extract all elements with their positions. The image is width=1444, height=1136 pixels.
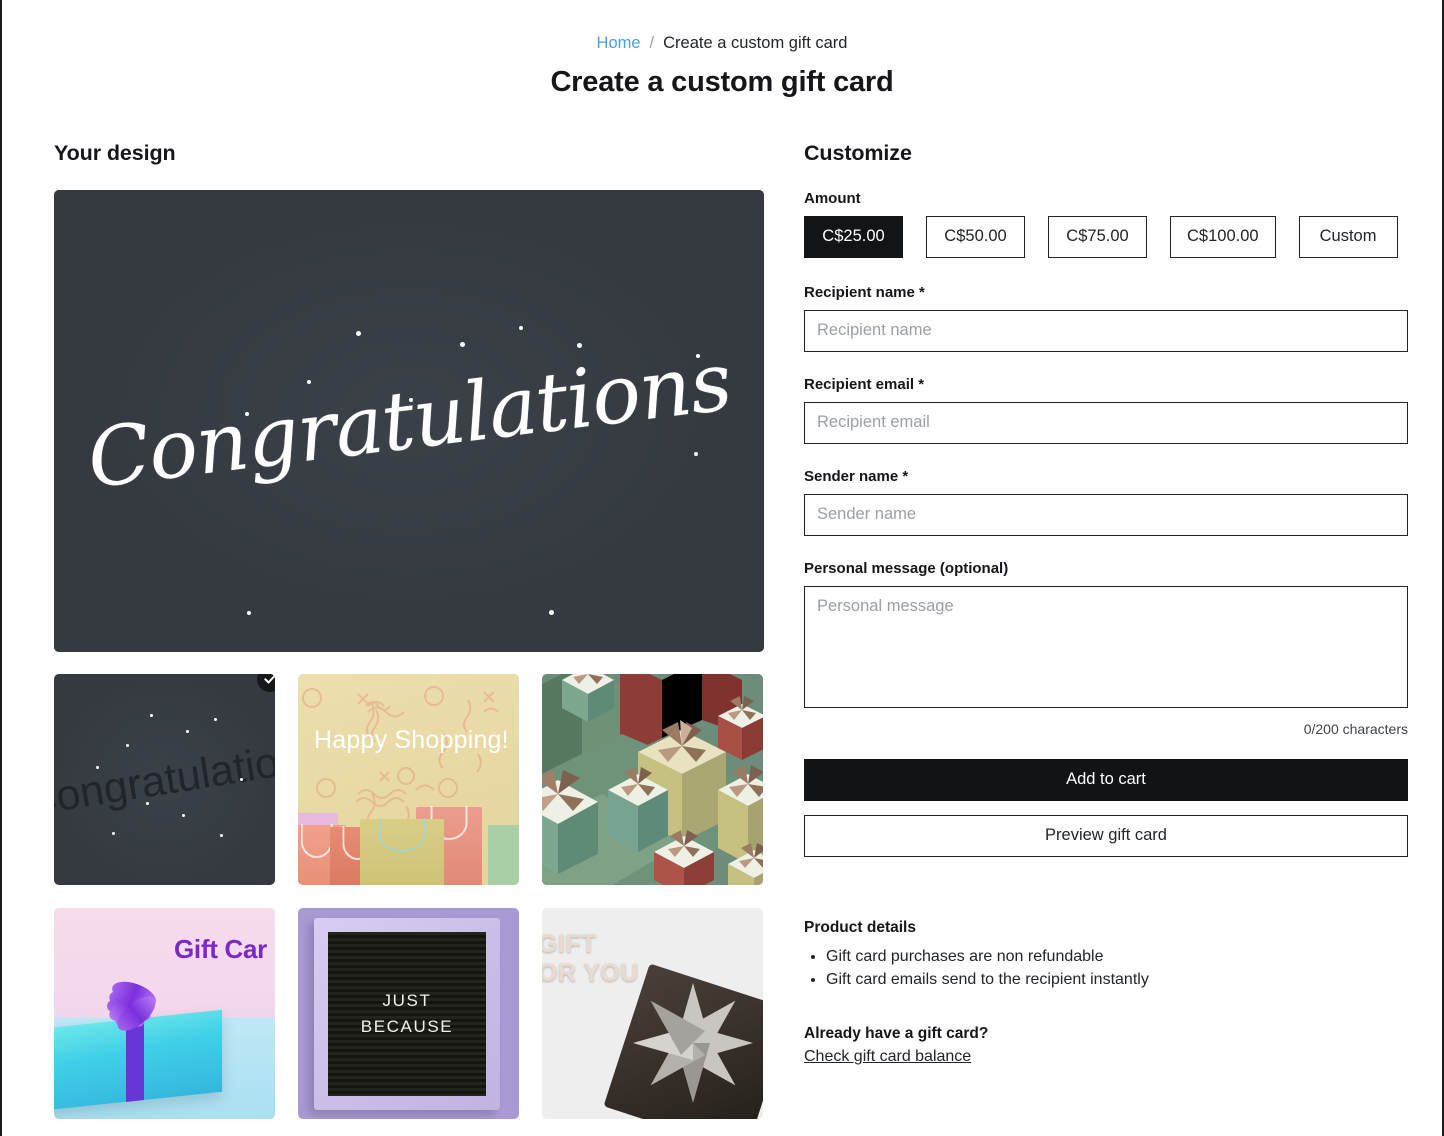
- letterboard: JUST BECAUSE: [328, 931, 486, 1096]
- customize-column: Customize Amount C$25.00 C$50.00 C$75.00…: [804, 141, 1408, 1119]
- character-counter: 0/200 characters: [1303, 720, 1408, 737]
- thumbnail-text: GIFT OR YOU: [542, 930, 639, 988]
- add-to-cart-button[interactable]: Add to cart: [804, 758, 1408, 801]
- thumbnail-artwork: [542, 673, 763, 885]
- silver-bow: [625, 973, 761, 1113]
- confetti-dot: [182, 813, 185, 817]
- thumbnail-text-line1: JUST: [382, 990, 432, 1010]
- amount-option-25[interactable]: C$25.00: [804, 215, 903, 258]
- page-title: Create a custom gift card: [550, 65, 894, 98]
- design-thumbnail-gift-for-you[interactable]: GIFT OR YOU: [542, 907, 763, 1119]
- confetti-dot: [126, 743, 129, 747]
- recipient-name-input[interactable]: [804, 309, 1408, 352]
- preview-artwork: Congratulations: [54, 189, 764, 652]
- confetti-dot: [247, 610, 251, 615]
- page-header: Home / Create a custom gift card Create …: [2, 0, 1442, 99]
- sender-name-label: Sender name *: [804, 467, 909, 485]
- amount-options: C$25.00 C$50.00 C$75.00 C$100.00 Custom: [804, 215, 1408, 258]
- confetti-dot: [409, 397, 413, 402]
- main-layout: Your design Congratulations Congratulati…: [2, 141, 1442, 1119]
- thumbnail-text-line1: GIFT: [542, 929, 597, 958]
- confetti-dot: [112, 831, 115, 835]
- shopping-bag: [360, 817, 444, 885]
- confetti-dot: [356, 330, 361, 336]
- recipient-name-field-group: Recipient name *: [804, 284, 1408, 352]
- amount-field-group: Amount C$25.00 C$50.00 C$75.00 C$100.00 …: [804, 190, 1408, 258]
- gift-card-balance-title: Already have a gift card?: [804, 1025, 989, 1043]
- confetti-dot: [150, 713, 153, 717]
- confetti-dot: [696, 353, 700, 358]
- page-viewport: Home / Create a custom gift card Create …: [0, 0, 1444, 1136]
- thumbnail-artwork: JUST BECAUSE: [298, 907, 519, 1119]
- thumbnail-text: Happy Shopping!: [314, 725, 509, 754]
- product-detail-item: Gift card purchases are non refundable: [826, 946, 1408, 969]
- confetti-dot: [240, 777, 243, 781]
- thumbnail-artwork: Happy Shopping!: [298, 673, 519, 885]
- recipient-email-label: Recipient email *: [804, 375, 925, 393]
- thumbnail-artwork: GIFT OR YOU: [542, 908, 763, 1119]
- design-thumbnail-isometric-gifts[interactable]: [542, 673, 763, 885]
- thumbnail-text-line2: OR YOU: [542, 958, 639, 987]
- amount-label: Amount: [804, 189, 861, 207]
- recipient-email-input[interactable]: [804, 401, 1408, 444]
- confetti-dot: [214, 717, 217, 721]
- confetti-dot: [186, 729, 189, 733]
- preview-gift-card-button[interactable]: Preview gift card: [804, 814, 1408, 857]
- customize-heading: Customize: [804, 140, 912, 165]
- personal-message-label: Personal message (optional): [804, 559, 1009, 577]
- design-heading: Your design: [54, 140, 176, 165]
- confetti-dot: [96, 765, 99, 769]
- shopping-bag: [488, 824, 519, 885]
- confetti-dot: [220, 833, 223, 837]
- thumbnail-text: Gift Car: [174, 933, 267, 964]
- confetti-dot: [460, 341, 465, 347]
- recipient-name-label: Recipient name *: [804, 283, 925, 301]
- breadcrumb-current: Create a custom gift card: [663, 34, 848, 52]
- confetti-dot: [577, 342, 582, 348]
- confetti-dot: [549, 609, 554, 615]
- design-thumbnail-grid: Congratulations Happy Shopping! Gift Car…: [54, 673, 766, 1119]
- confetti-dot: [245, 411, 249, 416]
- letterboard-frame: JUST BECAUSE: [314, 917, 500, 1110]
- thumbnail-text-line2: BECAUSE: [360, 1016, 454, 1036]
- product-details-title: Product details: [804, 918, 916, 936]
- design-thumbnail-happy-shopping[interactable]: Happy Shopping!: [298, 673, 519, 885]
- design-thumbnail-just-because[interactable]: JUST BECAUSE: [298, 907, 519, 1119]
- breadcrumb-home-link[interactable]: Home: [597, 34, 641, 54]
- amount-option-50[interactable]: C$50.00: [926, 215, 1025, 258]
- design-thumbnail-congratulations[interactable]: Congratulations: [54, 673, 275, 885]
- breadcrumb-separator: /: [649, 34, 655, 52]
- recipient-email-field-group: Recipient email *: [804, 376, 1408, 444]
- confetti-dot: [519, 325, 523, 330]
- product-details-list: Gift card purchases are non refundable G…: [804, 946, 1408, 991]
- sender-name-input[interactable]: [804, 493, 1408, 536]
- personal-message-field-group: Personal message (optional) 0/200 charac…: [804, 560, 1408, 737]
- breadcrumb: Home / Create a custom gift card: [2, 34, 1442, 54]
- design-column: Your design Congratulations Congratulati…: [54, 141, 766, 1119]
- thumbnail-artwork: Congratulations: [54, 673, 275, 885]
- design-thumbnail-purple-bow-gift-card[interactable]: Gift Car: [54, 907, 275, 1119]
- amount-option-75[interactable]: C$75.00: [1048, 215, 1147, 258]
- amount-option-custom[interactable]: Custom: [1298, 215, 1398, 258]
- confetti-dot: [307, 379, 311, 384]
- gift-boxes-illustration: [542, 673, 763, 885]
- confetti-dot: [694, 451, 698, 456]
- sender-name-field-group: Sender name *: [804, 468, 1408, 536]
- design-preview: Congratulations: [54, 189, 764, 652]
- personal-message-textarea[interactable]: [804, 585, 1408, 708]
- preview-text: Congratulations: [82, 334, 736, 507]
- product-detail-item: Gift card emails send to the recipient i…: [826, 969, 1408, 992]
- thumbnail-artwork: Gift Car: [54, 907, 275, 1119]
- gift-bow: [82, 973, 178, 1039]
- amount-option-100[interactable]: C$100.00: [1170, 215, 1276, 258]
- check-gift-card-balance-link[interactable]: Check gift card balance: [804, 1048, 971, 1066]
- confetti-dot: [146, 801, 149, 805]
